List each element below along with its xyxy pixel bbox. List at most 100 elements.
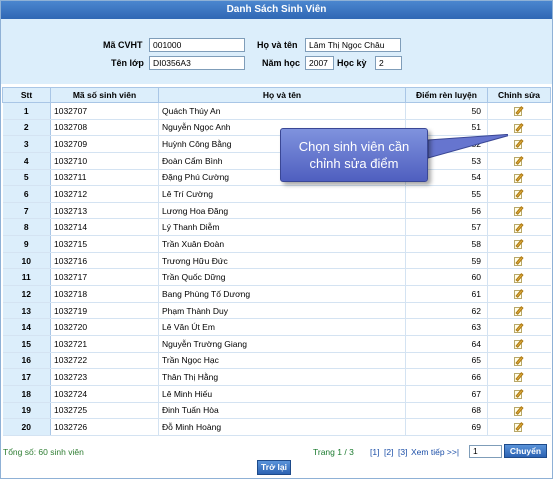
header-stt: Stt [2,87,51,103]
page-link-2[interactable]: [2] [384,445,393,459]
edit-note-icon[interactable] [513,389,525,400]
row-score: 69 [405,418,488,436]
row-student-name: Bang Phùng Tố Dương [158,285,406,303]
back-button[interactable]: Trở lại [257,460,291,475]
row-score: 62 [405,302,488,320]
row-student-id: 1032709 [50,135,159,153]
namhoc-field[interactable]: 2007 [305,56,334,70]
row-student-name: Trương Hữu Đức [158,252,406,270]
row-student-id: 1032726 [50,418,159,436]
edit-note-icon[interactable] [513,256,525,266]
row-student-id: 1032718 [50,285,159,303]
row-score: 58 [405,235,488,253]
row-score: 64 [405,335,488,353]
row-edit-cell [487,102,551,120]
edit-note-icon[interactable] [513,172,525,183]
edit-note-icon[interactable] [513,222,525,233]
total-count: Tổng số: 60 sinh viên [3,447,84,457]
row-score: 65 [405,352,488,370]
edit-note-icon[interactable] [513,422,525,433]
edit-note-icon[interactable] [513,305,525,316]
row-stt: 13 [2,302,51,320]
row-student-name: Trần Xuân Đoàn [158,235,406,253]
header-name: Họ và tên [158,87,406,103]
page-link-1[interactable]: [1] [370,445,379,459]
row-student-id: 1032714 [50,218,159,237]
row-stt: 17 [2,368,51,386]
table-row: 20 1032726 Đỗ Minh Hoàng 69 [2,418,551,436]
edit-note-icon[interactable] [513,139,525,150]
edit-note-icon[interactable] [513,206,525,217]
footer: Tổng số: 60 sinh viên Trang 1 / 3 [1] [2… [0,444,553,459]
row-score: 59 [405,252,488,270]
row-score: 61 [405,285,488,303]
table-row: 18 1032724 Lê Minh Hiếu 67 [2,385,551,403]
row-score: 60 [405,268,488,287]
row-student-id: 1032724 [50,385,159,403]
row-student-id: 1032713 [50,202,159,220]
edit-note-icon[interactable] [513,372,525,383]
edit-note-icon[interactable] [513,405,525,416]
row-student-name: Quách Thúy An [158,102,406,120]
table-row: 6 1032712 Lê Trí Cường 55 [2,185,551,203]
row-score: 55 [405,185,488,203]
row-student-id: 1032723 [50,368,159,386]
edit-note-icon[interactable] [513,156,525,167]
row-score: 50 [405,102,488,120]
go-button[interactable]: Chuyển [504,444,547,458]
edit-note-icon[interactable] [513,122,525,133]
hoten-label: Họ và tên [257,40,298,50]
row-student-id: 1032720 [50,318,159,336]
table-row: 17 1032723 Thân Thị Hằng 66 [2,368,551,386]
page-link-3[interactable]: [3] [398,445,407,459]
row-score: 67 [405,385,488,403]
row-stt: 15 [2,335,51,353]
row-student-name: Lê Văn Út Em [158,318,406,336]
table-row: 1 1032707 Quách Thúy An 50 [2,102,551,120]
row-student-name: Phạm Thành Duy [158,302,406,320]
edit-note-icon[interactable] [513,239,525,250]
row-stt: 6 [2,185,51,203]
edit-note-icon[interactable] [513,289,525,300]
row-score: 68 [405,402,488,420]
row-stt: 16 [2,352,51,370]
row-stt: 12 [2,285,51,303]
row-edit-cell [487,402,551,420]
row-edit-cell [487,235,551,253]
hoten-field[interactable]: Lâm Thị Ngọc Châu [305,38,401,52]
row-student-id: 1032707 [50,102,159,120]
callout-line-2: chỉnh sửa điểm [309,156,399,171]
edit-note-icon[interactable] [513,106,525,117]
row-edit-cell [487,285,551,303]
row-student-id: 1032712 [50,185,159,203]
cvht-field[interactable]: 001000 [149,38,245,52]
row-edit-cell [487,335,551,353]
row-student-name: Lương Hoa Đăng [158,202,406,220]
row-stt: 2 [2,119,51,137]
edit-note-icon[interactable] [513,322,525,333]
hocky-field[interactable]: 2 [375,56,402,70]
edit-note-icon[interactable] [513,355,525,366]
edit-note-icon[interactable] [513,189,525,200]
table-row: 19 1032725 Đinh Tuấn Hòa 68 [2,402,551,420]
row-score: 56 [405,202,488,220]
table-row: 7 1032713 Lương Hoa Đăng 56 [2,202,551,220]
next-page-link[interactable]: Xem tiếp >>| [411,445,459,459]
edit-note-icon[interactable] [513,339,525,350]
row-stt: 14 [2,318,51,336]
page-info: Trang 1 / 3 [313,447,354,457]
table-row: 10 1032716 Trương Hữu Đức 59 [2,252,551,270]
row-student-id: 1032717 [50,268,159,287]
table-row: 15 1032721 Nguyễn Trường Giang 64 [2,335,551,353]
page-number-input[interactable]: 1 [469,445,502,458]
edit-note-icon[interactable] [513,272,525,283]
window-title: Danh Sách Sinh Viên [1,1,552,19]
row-student-name: Đinh Tuấn Hòa [158,402,406,420]
row-stt: 18 [2,385,51,403]
lop-field[interactable]: DI0356A3 [149,56,245,70]
filter-panel: Mã CVHT 001000 Họ và tên Lâm Thị Ngọc Ch… [1,19,552,84]
row-stt: 20 [2,418,51,436]
row-edit-cell [487,318,551,336]
row-edit-cell [487,218,551,237]
row-student-id: 1032722 [50,352,159,370]
